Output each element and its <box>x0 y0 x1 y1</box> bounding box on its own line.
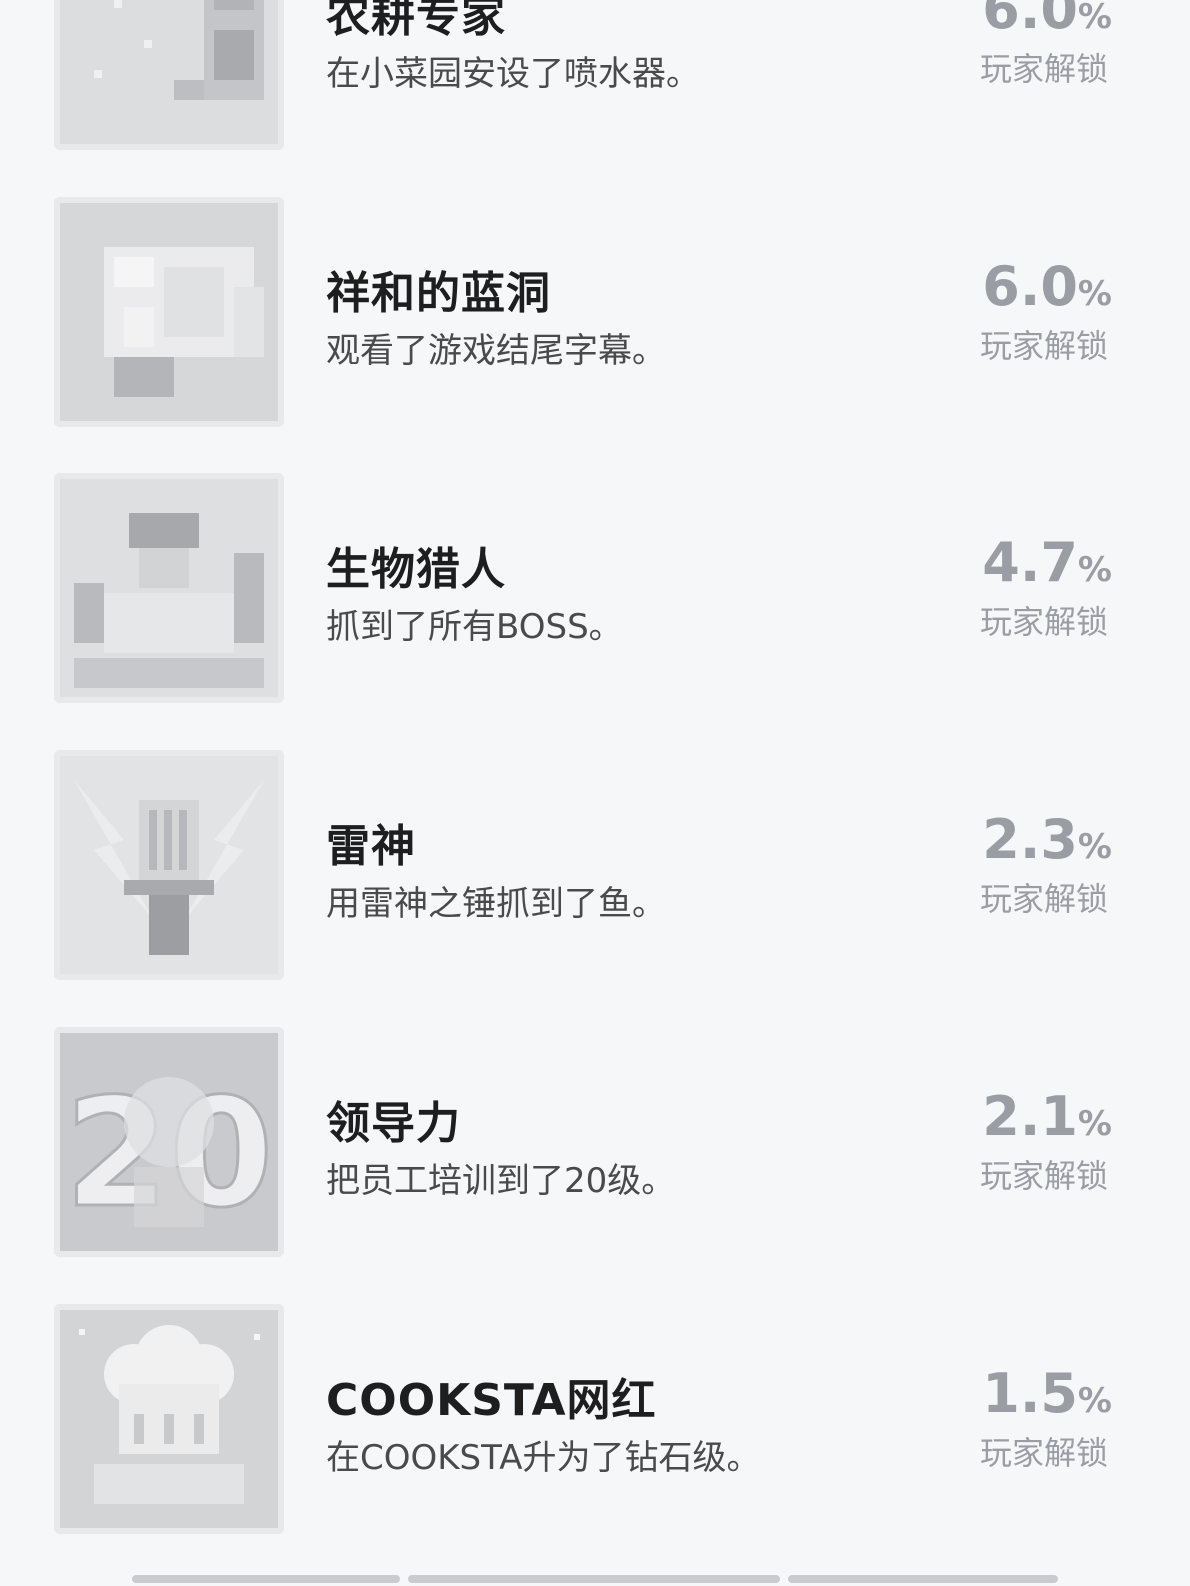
percentage-value: 2.3 <box>982 808 1078 871</box>
achievement-list: 农耕专家 在小菜园安设了喷水器。 6.0% 玩家解锁 祥和的蓝洞 观看了游戏结尾… <box>0 0 1190 1586</box>
percent-sign: % <box>1077 827 1112 867</box>
achievement-row-farming-expert[interactable]: 农耕专家 在小菜园安设了喷水器。 6.0% 玩家解锁 <box>0 0 1190 150</box>
next-row-edge <box>788 1575 1058 1583</box>
percent-sign: % <box>1077 1381 1112 1421</box>
percent-sign: % <box>1077 550 1112 590</box>
unlock-label: 玩家解锁 <box>979 327 1108 365</box>
percentage-value: 6.0 <box>982 0 1078 41</box>
hunter-icon <box>54 473 284 703</box>
unlock-percentage: 6.0% <box>982 255 1112 318</box>
unlock-label: 玩家解锁 <box>979 50 1108 88</box>
unlock-percentage: 2.1% <box>982 1085 1112 1148</box>
achievement-description: 抓到了所有BOSS。 <box>326 607 623 647</box>
achievement-title: COOKSTA网红 <box>326 1375 657 1426</box>
achievement-row-creature-hunter[interactable]: 生物猎人 抓到了所有BOSS。 4.7% 玩家解锁 <box>0 473 1190 703</box>
chef-hat-icon <box>54 1304 284 1534</box>
achievement-row-cooksta-influencer[interactable]: COOKSTA网红 在COOKSTA升为了钻石级。 1.5% 玩家解锁 <box>0 1304 1190 1534</box>
unlock-percentage: 6.0% <box>982 0 1112 41</box>
achievement-description: 观看了游戏结尾字幕。 <box>326 331 666 371</box>
percentage-value: 2.1 <box>982 1085 1078 1148</box>
unlock-label: 玩家解锁 <box>979 880 1108 918</box>
percentage-value: 1.5 <box>982 1362 1078 1425</box>
percent-sign: % <box>1077 0 1112 37</box>
next-row-edge <box>132 1575 400 1583</box>
hammer-icon <box>54 750 284 980</box>
achievement-description: 在COOKSTA升为了钻石级。 <box>326 1438 761 1478</box>
achievement-row-leadership[interactable]: 20 领导力 把员工培训到了20级。 2.1% 玩家解锁 <box>0 1027 1190 1257</box>
achievement-description: 用雷神之锤抓到了鱼。 <box>326 884 666 924</box>
unlock-label: 玩家解锁 <box>979 1157 1108 1195</box>
percentage-value: 6.0 <box>982 255 1078 318</box>
unlock-label: 玩家解锁 <box>979 603 1108 641</box>
percent-sign: % <box>1077 274 1112 314</box>
achievement-title: 领导力 <box>326 1098 461 1149</box>
achievement-row-thor[interactable]: 雷神 用雷神之锤抓到了鱼。 2.3% 玩家解锁 <box>0 750 1190 980</box>
blue-hole-icon <box>54 197 284 427</box>
leader-20-icon: 20 <box>54 1027 284 1257</box>
achievement-description: 把员工培训到了20级。 <box>326 1161 676 1201</box>
achievement-title: 雷神 <box>326 821 416 872</box>
unlock-label: 玩家解锁 <box>979 1434 1108 1472</box>
achievement-row-blue-hole[interactable]: 祥和的蓝洞 观看了游戏结尾字幕。 6.0% 玩家解锁 <box>0 197 1190 427</box>
achievement-description: 在小菜园安设了喷水器。 <box>326 54 700 94</box>
achievement-title: 生物猎人 <box>326 544 506 595</box>
sprinkler-icon <box>54 0 284 150</box>
achievement-title: 祥和的蓝洞 <box>326 268 551 319</box>
percent-sign: % <box>1077 1104 1112 1144</box>
next-row-edge <box>408 1575 780 1583</box>
achievement-title: 农耕专家 <box>326 0 506 42</box>
unlock-percentage: 2.3% <box>982 808 1112 871</box>
unlock-percentage: 1.5% <box>982 1362 1112 1425</box>
unlock-percentage: 4.7% <box>982 531 1112 594</box>
percentage-value: 4.7 <box>982 531 1078 594</box>
